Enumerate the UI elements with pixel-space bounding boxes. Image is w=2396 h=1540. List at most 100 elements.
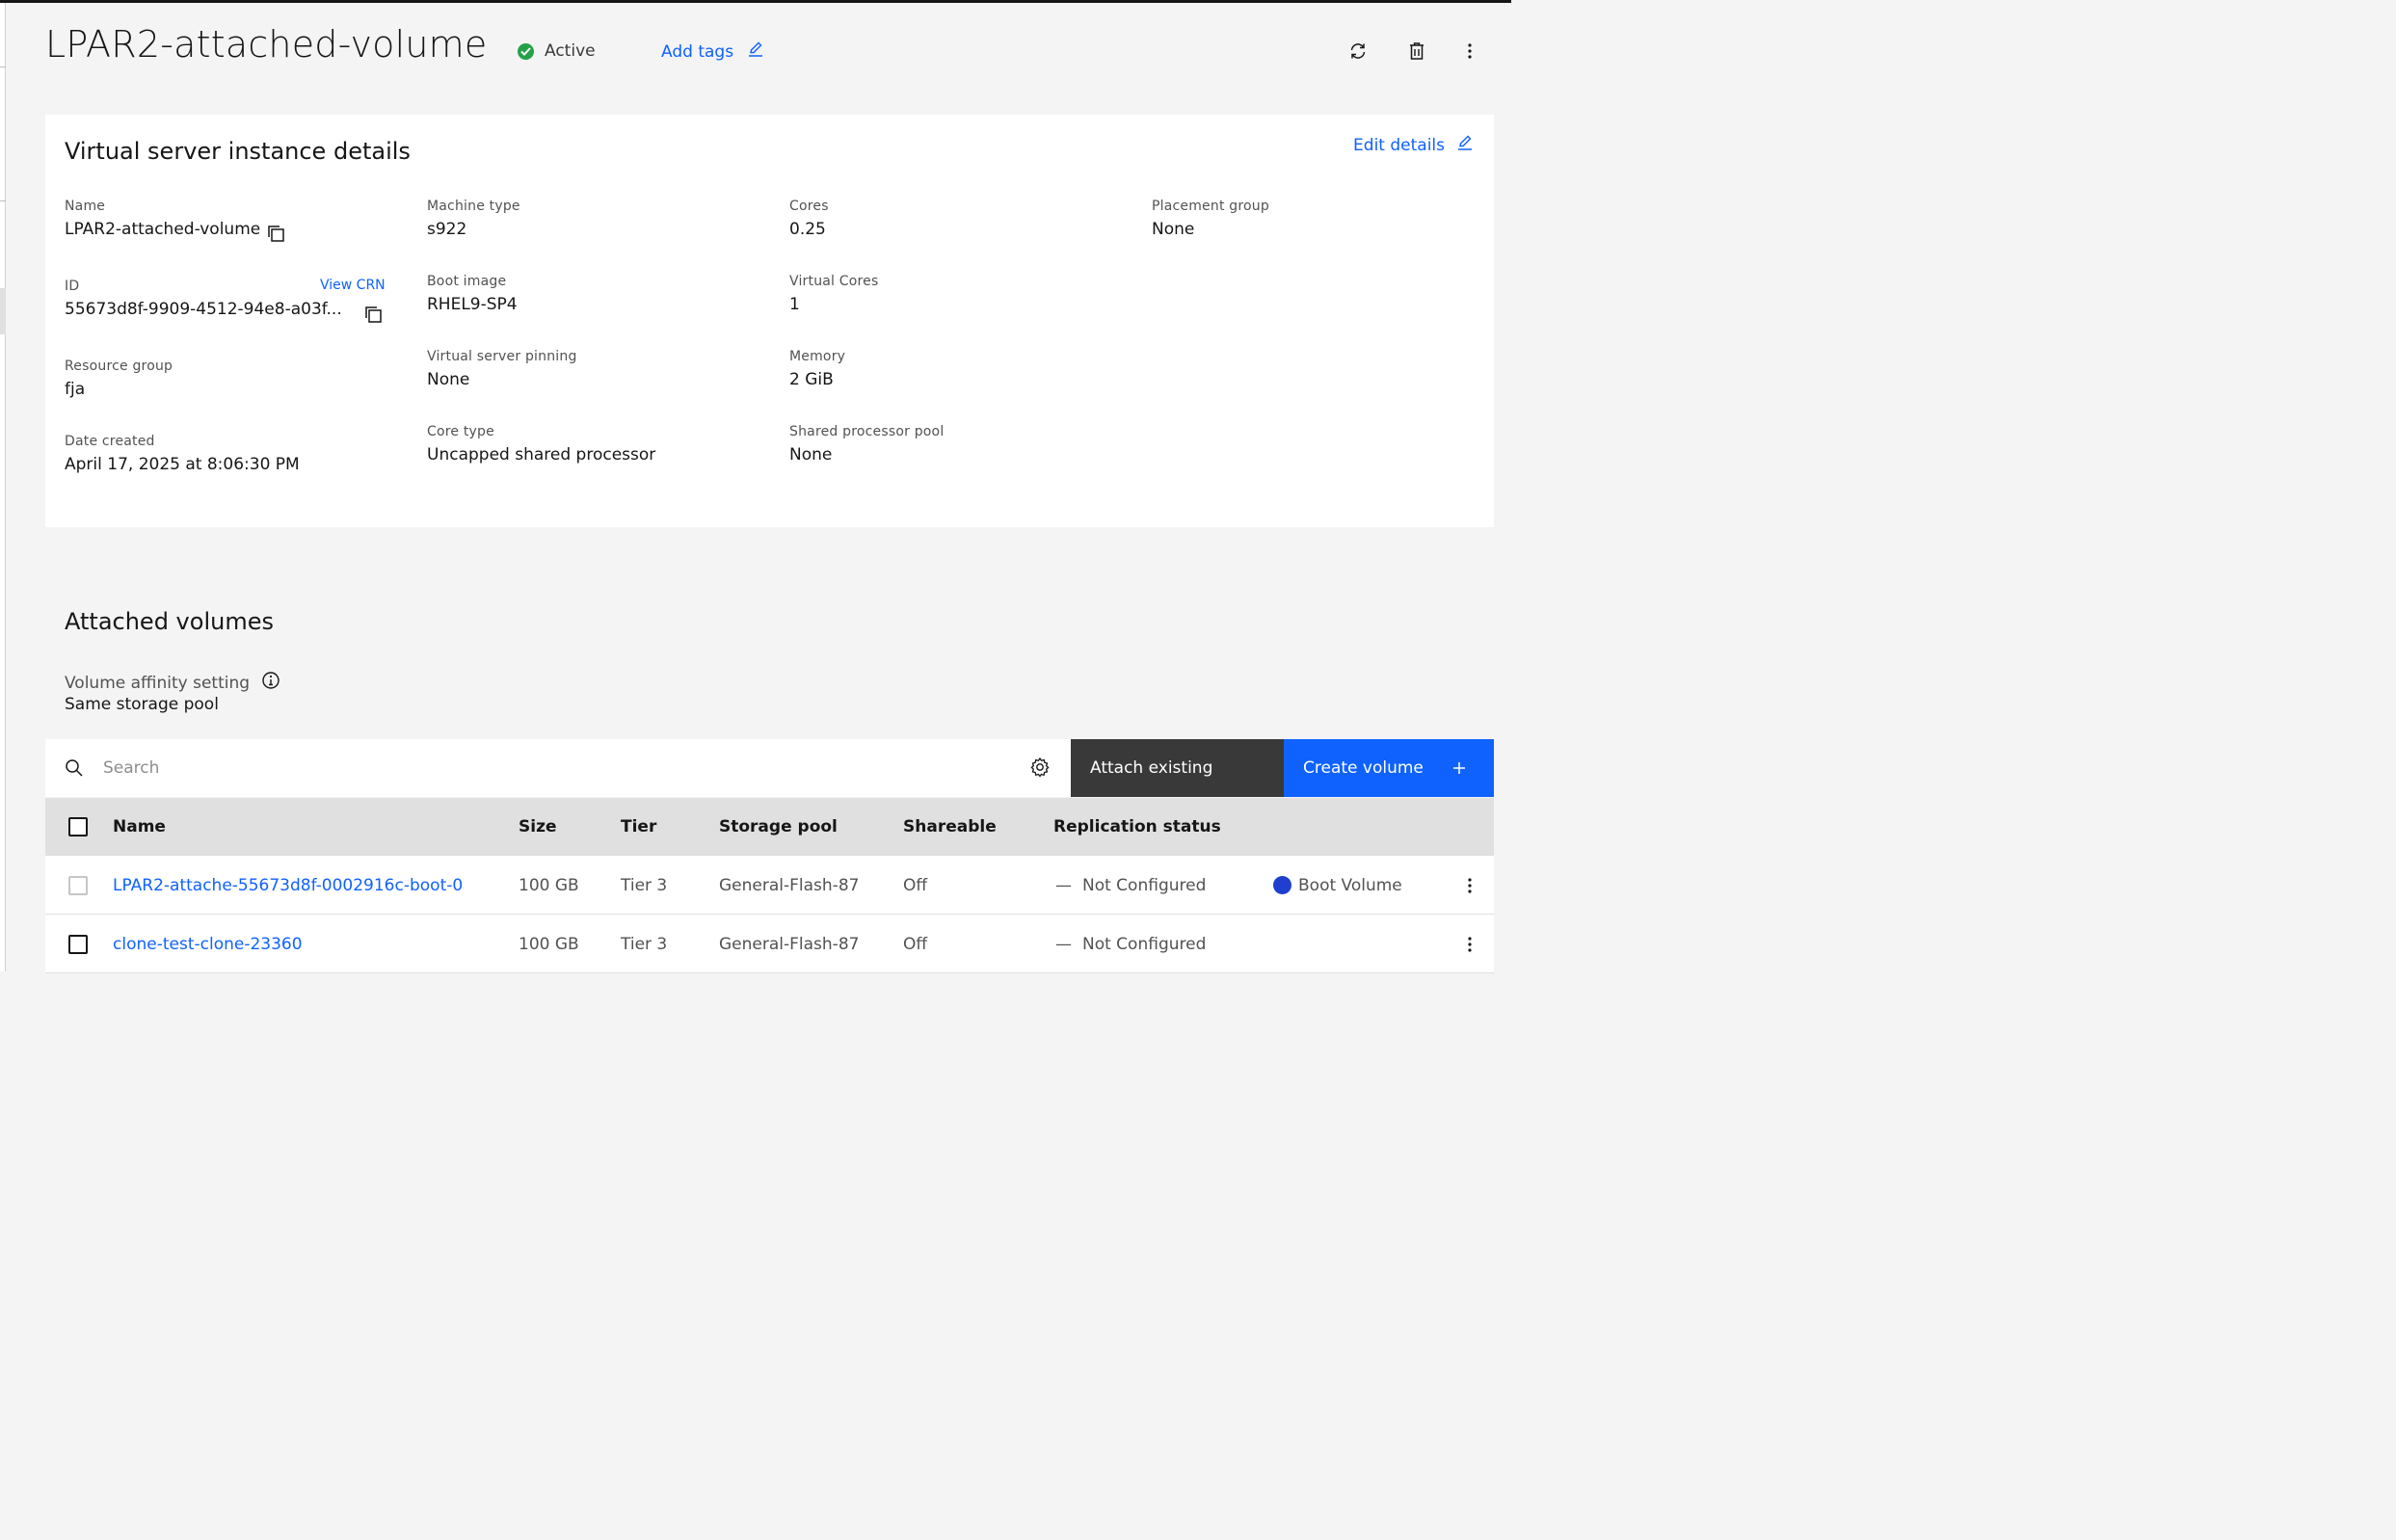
column-header-name[interactable]: Name <box>113 817 166 836</box>
field-value: None <box>1152 220 1195 239</box>
create-volume-button[interactable]: Create volume <box>1284 739 1494 797</box>
column-header-replication-status[interactable]: Replication status <box>1053 817 1221 836</box>
column-header-tier[interactable]: Tier <box>621 817 656 836</box>
attach-existing-button[interactable]: Attach existing <box>1071 739 1284 797</box>
overflow-menu-icon[interactable] <box>1460 933 1479 956</box>
field-boot-image: Boot image RHEL9-SP4 <box>427 274 518 314</box>
table-toolbar: Attach existing Create volume <box>45 739 1494 797</box>
volume-replication-status: Not Configured <box>1082 935 1207 954</box>
volume-storage-pool: General-Flash-87 <box>719 935 860 954</box>
field-label: Virtual server pinning <box>427 349 577 364</box>
field-label: Name <box>65 199 106 214</box>
trash-can-icon[interactable] <box>1403 38 1430 65</box>
field-label: Machine type <box>427 199 520 214</box>
search-input[interactable] <box>95 739 1021 797</box>
edit-icon <box>747 40 764 63</box>
field-value: 0.25 <box>789 220 826 239</box>
copy-icon[interactable] <box>363 305 383 324</box>
volume-affinity-label: Volume affinity setting <box>65 671 280 695</box>
top-border <box>0 0 1511 3</box>
volume-shareable: Off <box>903 935 928 954</box>
section-title: Attached volumes <box>65 608 274 635</box>
volume-tier: Tier 3 <box>621 876 668 895</box>
volume-size: 100 GB <box>519 876 579 895</box>
field-placement-group: Placement group None <box>1152 199 1269 239</box>
field-value: None <box>789 445 833 465</box>
instance-details-card: Virtual server instance details Edit det… <box>45 115 1494 527</box>
column-header-shareable[interactable]: Shareable <box>903 817 997 836</box>
side-panel-divider <box>0 200 6 201</box>
view-crn-link[interactable]: View CRN <box>320 278 386 293</box>
overflow-menu-icon[interactable] <box>1460 874 1479 897</box>
volume-name-link[interactable]: LPAR2-attache-55673d8f-0002916c-boot-0 <box>113 876 463 895</box>
column-header-size[interactable]: Size <box>519 817 557 836</box>
field-id: ID 55673d8f-9909-4512-94e8-a03f... <box>65 279 342 319</box>
field-value: fja <box>65 380 86 399</box>
field-name: Name LPAR2-attached-volume <box>65 199 260 239</box>
field-value: None <box>427 370 470 389</box>
field-machine-type: Machine type s922 <box>427 199 520 239</box>
add-tags-label: Add tags <box>661 41 734 62</box>
replication-dash: — <box>1055 876 1072 895</box>
field-memory: Memory 2 GiB <box>789 349 845 389</box>
field-pinning: Virtual server pinning None <box>427 349 577 389</box>
field-value: Uncapped shared processor <box>427 445 656 465</box>
settings-icon[interactable] <box>1029 757 1051 782</box>
field-label: Placement group <box>1152 199 1269 214</box>
attach-existing-label: Attach existing <box>1090 758 1213 778</box>
status-label: Active <box>545 41 596 61</box>
status-indicator: Active <box>518 41 596 61</box>
volume-affinity-value: Same storage pool <box>65 695 219 714</box>
field-value: 55673d8f-9909-4512-94e8-a03f... <box>65 300 342 319</box>
field-date-created: Date created April 17, 2025 at 8:06:30 P… <box>65 434 300 474</box>
select-all-checkbox[interactable] <box>68 817 88 836</box>
replication-dash: — <box>1055 935 1072 954</box>
table-row: LPAR2-attache-55673d8f-0002916c-boot-0 1… <box>45 856 1494 915</box>
row-checkbox[interactable] <box>68 876 88 895</box>
volume-size: 100 GB <box>519 935 579 954</box>
volume-storage-pool: General-Flash-87 <box>719 876 860 895</box>
affinity-label-text: Volume affinity setting <box>65 673 251 693</box>
edit-details-label: Edit details <box>1353 135 1445 155</box>
overflow-menu-icon[interactable] <box>1456 38 1483 65</box>
field-core-type: Core type Uncapped shared processor <box>427 424 655 465</box>
field-label: Date created <box>65 434 155 449</box>
field-label: ID <box>65 279 80 294</box>
boot-volume-indicator <box>1273 876 1291 894</box>
checkmark-filled-icon <box>518 42 534 60</box>
copy-icon[interactable] <box>266 224 285 243</box>
volume-name-link[interactable]: clone-test-clone-23360 <box>113 935 303 954</box>
edit-details-link[interactable]: Edit details <box>1353 134 1474 156</box>
field-label: Boot image <box>427 274 507 289</box>
field-value: LPAR2-attached-volume <box>65 220 261 239</box>
renew-icon[interactable] <box>1344 38 1371 65</box>
edit-icon <box>1456 134 1474 156</box>
field-label: Cores <box>789 199 829 214</box>
field-value: 2 GiB <box>789 370 834 389</box>
boot-volume-tag: Boot Volume <box>1298 876 1402 895</box>
volume-replication-status: Not Configured <box>1082 876 1207 895</box>
field-label: Resource group <box>65 358 173 374</box>
field-label: Virtual Cores <box>789 274 879 289</box>
volume-tier: Tier 3 <box>621 935 668 954</box>
field-label: Memory <box>789 349 846 364</box>
search-icon <box>65 758 84 782</box>
field-cores: Cores 0.25 <box>789 199 829 239</box>
field-label: Core type <box>427 424 494 439</box>
row-checkbox[interactable] <box>68 935 88 954</box>
add-tags-link[interactable]: Add tags <box>661 40 764 63</box>
field-shared-processor-pool: Shared processor pool None <box>789 424 944 465</box>
information-icon[interactable] <box>261 671 280 695</box>
side-panel-edge <box>0 3 6 971</box>
field-resource-group: Resource group fja <box>65 358 173 399</box>
table-header: Name Size Tier Storage pool Shareable Re… <box>45 798 1494 856</box>
side-panel-divider <box>0 66 6 67</box>
side-panel-selected-item[interactable] <box>0 288 6 334</box>
table-row: clone-test-clone-23360 100 GB Tier 3 Gen… <box>45 915 1494 973</box>
field-virtual-cores: Virtual Cores 1 <box>789 274 879 314</box>
volume-shareable: Off <box>903 876 928 895</box>
column-header-storage-pool[interactable]: Storage pool <box>719 817 838 836</box>
card-title: Virtual server instance details <box>65 138 411 165</box>
field-value: s922 <box>427 220 467 239</box>
page-title: LPAR2-attached-volume <box>45 23 488 66</box>
